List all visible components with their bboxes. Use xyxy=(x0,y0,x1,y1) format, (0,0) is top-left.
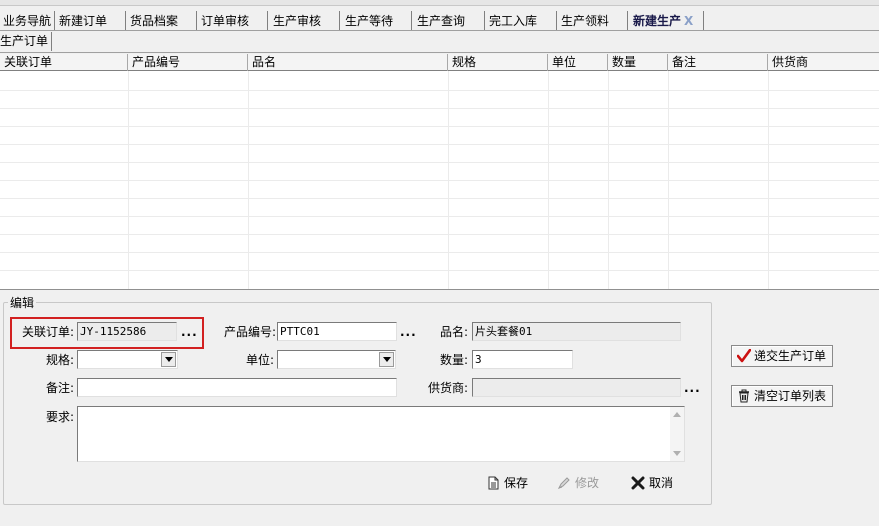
tab-production-query[interactable]: 生产查询 xyxy=(414,11,485,31)
grid-row-line xyxy=(0,216,879,217)
supplier-label: 供货商: xyxy=(427,381,468,395)
spec-select[interactable] xyxy=(77,350,178,369)
clear-order-list-button[interactable]: 清空订单列表 xyxy=(731,385,833,407)
requirement-textarea[interactable] xyxy=(77,406,685,462)
edit-group-title: 编辑 xyxy=(8,296,37,310)
save-label: 保存 xyxy=(504,476,529,490)
grid-row-line xyxy=(0,180,879,181)
product-code-browse-button[interactable]: ... xyxy=(400,326,417,342)
close-tab-icon[interactable]: X xyxy=(684,14,693,28)
remark-label: 备注: xyxy=(45,381,74,395)
tab-label: 订单审核 xyxy=(201,14,250,28)
tab-new-order[interactable]: 新建订单 xyxy=(56,11,126,31)
grid-row-line xyxy=(0,126,879,127)
cancel-button[interactable]: 取消 xyxy=(629,474,673,492)
grid-row-line xyxy=(0,252,879,253)
tab-label: 新建订单 xyxy=(59,14,108,28)
product-name-label: 品名: xyxy=(439,325,468,339)
unit-label: 单位: xyxy=(245,353,274,367)
tab-label: 生产领料 xyxy=(561,14,610,28)
subtab-divider xyxy=(0,52,879,53)
tab-production-waiting[interactable]: 生产等待 xyxy=(342,11,412,31)
chevron-down-icon[interactable] xyxy=(161,352,176,367)
unit-select[interactable] xyxy=(277,350,396,369)
product-code-field[interactable]: PTTC01 xyxy=(277,322,397,341)
modify-label: 修改 xyxy=(575,476,600,490)
cancel-label: 取消 xyxy=(649,476,674,490)
requirement-label: 要求: xyxy=(45,410,74,424)
quantity-label: 数量: xyxy=(439,353,468,367)
tab-goods-archive[interactable]: 货品档案 xyxy=(127,11,197,31)
requirement-scrollbar[interactable] xyxy=(670,407,684,461)
tab-finished-stock-in[interactable]: 完工入库 xyxy=(486,11,557,31)
order-grid[interactable]: 关联订单 产品编号 品名 规格 单位 数量 备注 供货商 xyxy=(0,54,879,290)
grid-row-line xyxy=(0,108,879,109)
main-tab-bar: 业务导航 新建订单 货品档案 订单审核 生产审核 生产等待 生产查询 完工入库 … xyxy=(0,11,879,31)
tab-label: 生产查询 xyxy=(417,14,466,28)
checkmark-icon xyxy=(737,349,751,363)
trash-icon xyxy=(739,389,749,403)
tab-label: 生产等待 xyxy=(345,14,394,28)
tab-production-material[interactable]: 生产领料 xyxy=(558,11,628,31)
grid-row-line xyxy=(0,234,879,235)
scroll-down-icon[interactable] xyxy=(673,451,681,456)
quantity-field[interactable]: 3 xyxy=(472,350,573,369)
supplier-field[interactable] xyxy=(472,378,681,397)
clear-label: 清空订单列表 xyxy=(754,389,827,403)
product-name-field[interactable]: 片头套餐01 xyxy=(472,322,681,341)
supplier-browse-button[interactable]: ... xyxy=(684,382,701,398)
grid-row-line xyxy=(0,162,879,163)
highlight-box xyxy=(10,317,204,349)
edit-pencil-icon xyxy=(557,477,570,490)
close-x-icon xyxy=(631,476,645,490)
chevron-down-icon[interactable] xyxy=(379,352,394,367)
column-header-spec[interactable]: 规格 xyxy=(448,54,548,71)
grid-row-line xyxy=(0,144,879,145)
column-header-product-code[interactable]: 产品编号 xyxy=(128,54,248,71)
grid-row-line xyxy=(0,270,879,271)
spec-label: 规格: xyxy=(45,353,74,367)
column-header-product-name[interactable]: 品名 xyxy=(248,54,448,71)
top-toolbar-strip xyxy=(0,0,879,6)
modify-button[interactable]: 修改 xyxy=(555,474,599,492)
scroll-up-icon[interactable] xyxy=(673,412,681,417)
column-header-supplier[interactable]: 供货商 xyxy=(768,54,879,71)
document-icon xyxy=(488,476,499,490)
tab-label: 业务导航 xyxy=(3,14,52,28)
tab-label: 新建生产 xyxy=(633,14,682,28)
tab-divider xyxy=(0,30,879,31)
subtab-label: 生产订单 xyxy=(0,34,49,48)
tab-label: 完工入库 xyxy=(489,14,538,28)
grid-header: 关联订单 产品编号 品名 规格 单位 数量 备注 供货商 xyxy=(0,54,879,71)
tab-label: 货品档案 xyxy=(130,14,179,28)
grid-row-line xyxy=(0,90,879,91)
remark-field[interactable] xyxy=(77,378,397,397)
save-button[interactable]: 保存 xyxy=(484,474,528,492)
tab-production-order[interactable]: 生产订单 xyxy=(0,32,53,51)
column-header-unit[interactable]: 单位 xyxy=(548,54,608,71)
tab-label: 生产审核 xyxy=(273,14,322,28)
submit-label: 递交生产订单 xyxy=(754,349,827,363)
product-code-label: 产品编号: xyxy=(223,325,276,339)
column-header-quantity[interactable]: 数量 xyxy=(608,54,668,71)
grid-row-line xyxy=(0,198,879,199)
tab-production-review[interactable]: 生产审核 xyxy=(270,11,340,31)
submit-production-order-button[interactable]: 递交生产订单 xyxy=(731,345,833,367)
tab-order-review[interactable]: 订单审核 xyxy=(198,11,268,31)
column-header-related-order[interactable]: 关联订单 xyxy=(0,54,128,71)
column-header-remark[interactable]: 备注 xyxy=(668,54,768,71)
tab-new-production[interactable]: 新建生产 X xyxy=(630,11,704,31)
tab-business-nav[interactable]: 业务导航 xyxy=(0,11,55,31)
